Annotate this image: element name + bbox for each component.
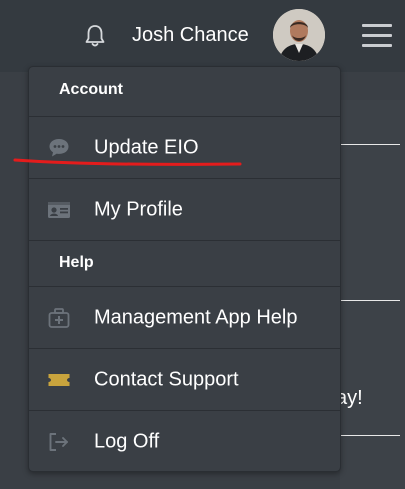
- id-card-icon: [47, 199, 71, 221]
- background-content-panel: [340, 100, 405, 489]
- menu-item-label: Contact Support: [94, 368, 239, 390]
- top-navigation-bar: Josh Chance: [0, 0, 405, 72]
- background-divider: [340, 300, 400, 301]
- ticket-icon: [47, 369, 71, 391]
- section-header-account: Account: [59, 81, 123, 98]
- menu-item-contact-support[interactable]: Contact Support: [29, 348, 340, 410]
- section-header-help: Help: [59, 254, 94, 271]
- menu-item-log-off[interactable]: Log Off: [29, 410, 340, 471]
- menu-item-label: Log Off: [94, 430, 160, 452]
- user-dropdown-menu: Account Update EIO My Profile Help Manag…: [28, 66, 341, 472]
- background-divider: [340, 435, 400, 436]
- hamburger-menu-icon[interactable]: [362, 23, 394, 49]
- section-divider: Help: [29, 240, 340, 292]
- bell-icon[interactable]: [84, 24, 106, 48]
- user-name[interactable]: Josh Chance: [132, 22, 249, 48]
- red-annotation-underline: [13, 158, 242, 166]
- user-avatar[interactable]: [273, 9, 325, 61]
- menu-item-my-profile[interactable]: My Profile: [29, 178, 340, 240]
- menu-item-label: My Profile: [94, 198, 183, 220]
- background-divider: [340, 144, 400, 145]
- first-aid-kit-icon: [47, 307, 71, 329]
- menu-item-label: Management App Help: [94, 306, 298, 328]
- menu-item-update-eio[interactable]: Update EIO: [29, 116, 340, 178]
- menu-item-management-app-help[interactable]: Management App Help: [29, 286, 340, 348]
- log-off-arrow-icon: [47, 431, 71, 453]
